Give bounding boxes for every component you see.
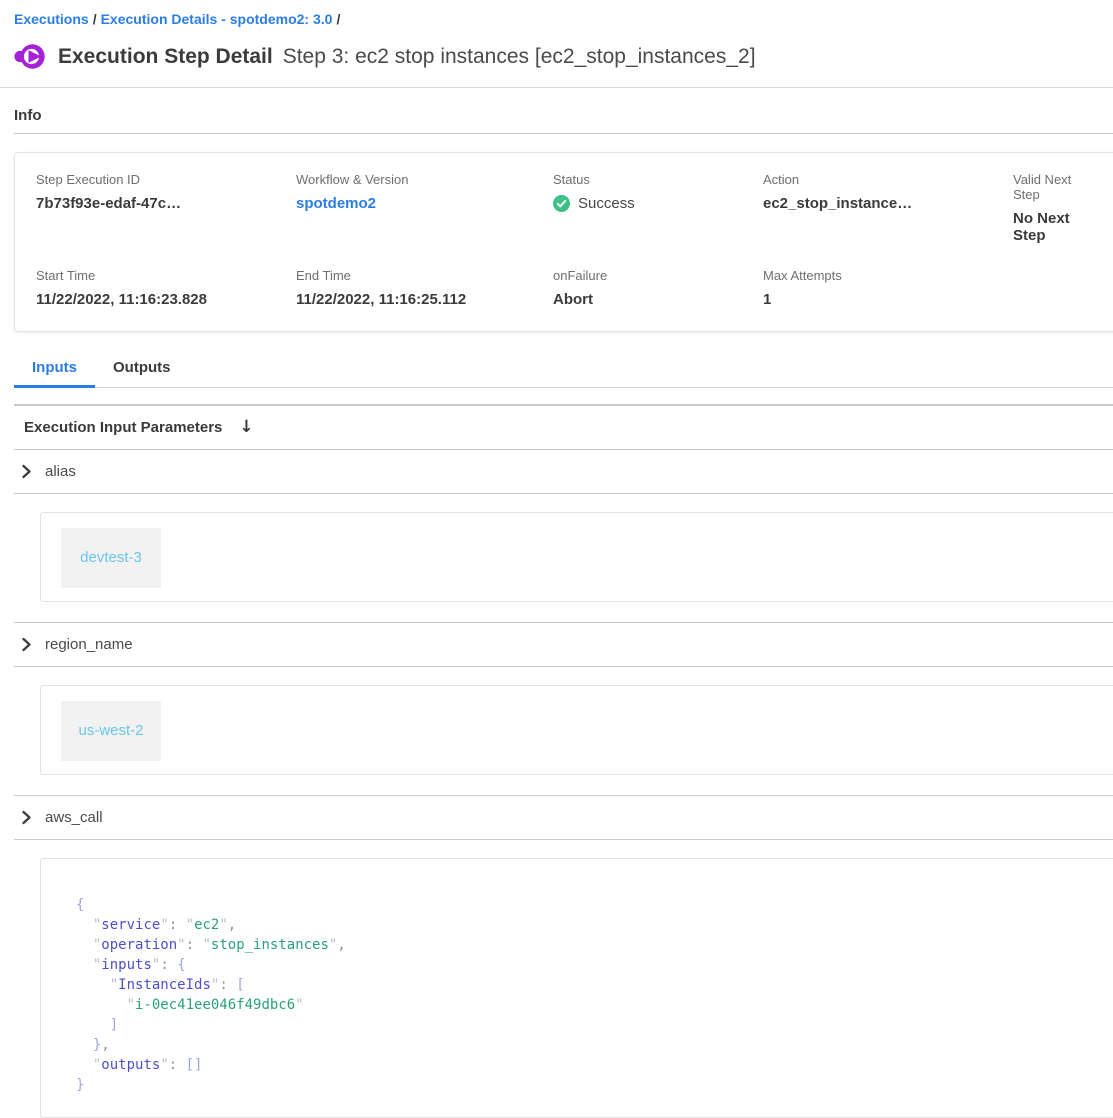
- field-value: Abort: [553, 291, 763, 308]
- aws-call-json-code: { "service": "ec2", "operation": "stop_i…: [76, 895, 1100, 1095]
- section-name: alias: [45, 463, 76, 480]
- region-name-panel: us-west-2: [40, 685, 1113, 775]
- alias-panel: devtest-3: [40, 512, 1113, 602]
- field-valid-next-step: Valid Next Step No Next Step: [1013, 172, 1100, 244]
- chevron-right-icon: [21, 810, 32, 825]
- success-check-icon: [553, 195, 570, 212]
- field-status: Status Success: [553, 172, 763, 244]
- field-onfailure: onFailure Abort: [553, 268, 763, 308]
- section-name: aws_call: [45, 809, 103, 826]
- execution-input-parameters-title: Execution Input Parameters: [24, 419, 222, 436]
- page-subtitle: Step 3: ec2 stop instances [ec2_stop_ins…: [283, 45, 756, 69]
- workflow-link[interactable]: spotdemo2: [296, 195, 553, 212]
- field-label: onFailure: [553, 268, 763, 283]
- section-name: region_name: [45, 636, 133, 653]
- field-label: Action: [763, 172, 1013, 187]
- field-value: 11/22/2022, 11:16:23.828: [36, 291, 296, 308]
- field-start-time: Start Time 11/22/2022, 11:16:23.828: [36, 268, 296, 308]
- field-value: No Next Step: [1013, 210, 1100, 244]
- section-body-region-name: us-west-2: [14, 667, 1113, 796]
- breadcrumb-link-execution-details[interactable]: Execution Details - spotdemo2: 3.0: [101, 11, 333, 27]
- field-step-execution-id: Step Execution ID 7b73f93e-edaf-47c…: [36, 172, 296, 244]
- field-max-attempts: Max Attempts 1: [763, 268, 1013, 308]
- page-title: Execution Step Detail: [58, 45, 273, 69]
- info-divider: [14, 133, 1113, 134]
- section-header-aws-call[interactable]: aws_call: [14, 796, 1113, 840]
- info-heading: Info: [14, 107, 1113, 124]
- app-logo-icon: [14, 41, 45, 72]
- chevron-right-icon: [21, 464, 32, 479]
- page-header: Execution Step Detail Step 3: ec2 stop i…: [14, 41, 1113, 72]
- field-value: ec2_stop_instance…: [763, 195, 1013, 212]
- breadcrumb-link-executions[interactable]: Executions: [14, 11, 89, 27]
- field-label: Start Time: [36, 268, 296, 283]
- field-value: 1: [763, 291, 1013, 308]
- region-name-value-chip: us-west-2: [61, 701, 161, 761]
- breadcrumb: Executions/Execution Details - spotdemo2…: [0, 0, 1113, 27]
- field-label: Status: [553, 172, 763, 187]
- field-workflow-version: Workflow & Version spotdemo2: [296, 172, 553, 244]
- breadcrumb-separator: /: [332, 11, 344, 27]
- section-body-aws-call: { "service": "ec2", "operation": "stop_i…: [14, 840, 1113, 1118]
- field-value: 11/22/2022, 11:16:25.112: [296, 291, 553, 308]
- breadcrumb-separator: /: [89, 11, 101, 27]
- aws-call-panel: { "service": "ec2", "operation": "stop_i…: [40, 858, 1113, 1118]
- status-text: Success: [578, 195, 635, 212]
- field-label: Step Execution ID: [36, 172, 296, 187]
- tab-inputs[interactable]: Inputs: [14, 352, 95, 388]
- sort-down-arrow-icon[interactable]: ↓: [239, 419, 253, 436]
- section-header-region-name[interactable]: region_name: [14, 623, 1113, 667]
- field-label: Valid Next Step: [1013, 172, 1100, 202]
- field-end-time: End Time 11/22/2022, 11:16:25.112: [296, 268, 553, 308]
- tab-bar: Inputs Outputs: [14, 352, 1113, 388]
- alias-value-chip: devtest-3: [61, 528, 161, 588]
- section-body-alias: devtest-3: [14, 494, 1113, 623]
- tab-outputs[interactable]: Outputs: [95, 352, 189, 388]
- field-label: Max Attempts: [763, 268, 1013, 283]
- execution-input-parameters-row: Execution Input Parameters ↓: [14, 406, 1113, 450]
- chevron-right-icon: [21, 637, 32, 652]
- info-card: Step Execution ID 7b73f93e-edaf-47c… Wor…: [14, 152, 1113, 332]
- title-divider: [0, 87, 1113, 88]
- section-header-alias[interactable]: alias: [14, 450, 1113, 494]
- field-value: 7b73f93e-edaf-47c…: [36, 195, 296, 212]
- field-action: Action ec2_stop_instance…: [763, 172, 1013, 244]
- field-label: End Time: [296, 268, 553, 283]
- field-label: Workflow & Version: [296, 172, 553, 187]
